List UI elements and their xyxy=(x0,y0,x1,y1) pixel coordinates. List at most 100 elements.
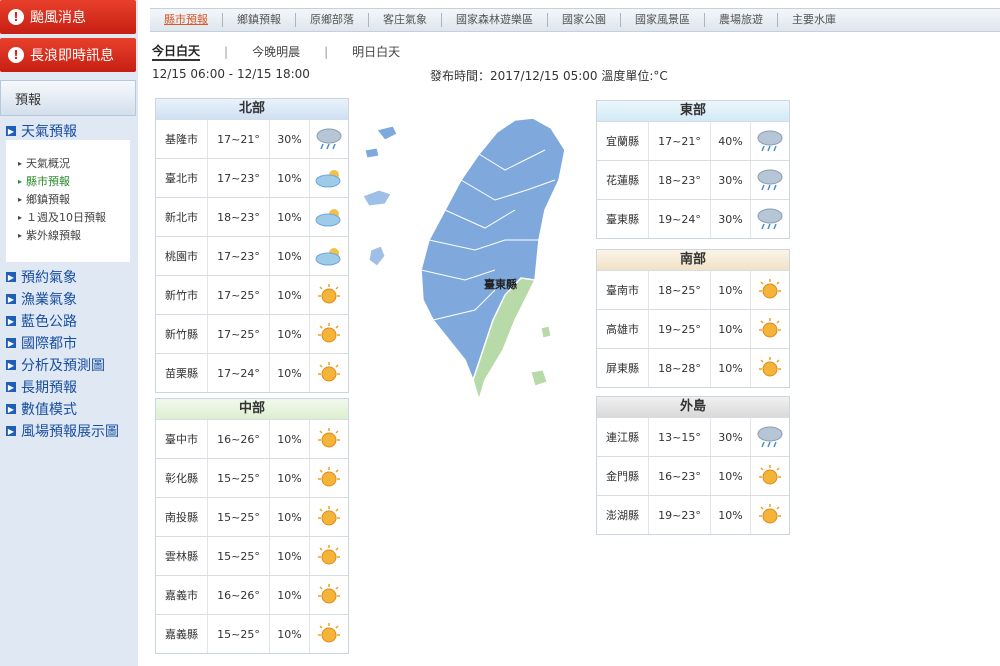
forecast-row[interactable]: 金門縣 16~23° 10% xyxy=(597,456,789,495)
swell-info-button[interactable]: ! 長浪即時訊息 xyxy=(0,38,136,72)
map-selected-county-label: 臺東縣 xyxy=(484,278,517,291)
tab-farm-tourism[interactable]: 農場旅遊 xyxy=(705,13,778,27)
sidebar-item-numerical-model[interactable]: ▶ 數值模式 xyxy=(0,398,136,420)
city-name[interactable]: 臺中市 xyxy=(156,420,208,458)
sidebar-item-international-cities[interactable]: ▶ 國際都市 xyxy=(0,332,136,354)
city-name[interactable]: 雲林縣 xyxy=(156,537,208,575)
sidebar-item-weather-forecast[interactable]: ▶ 天氣預報 xyxy=(0,120,136,142)
city-name[interactable]: 基隆市 xyxy=(156,120,208,158)
tab-scenic-areas[interactable]: 國家風景區 xyxy=(621,13,705,27)
city-name[interactable]: 花蓮縣 xyxy=(597,161,649,199)
forecast-row[interactable]: 宜蘭縣 17~21° 40% xyxy=(597,121,789,160)
bullet-icon: ▸ xyxy=(18,194,23,204)
forecast-row[interactable]: 新竹市 17~25° 10% xyxy=(156,275,348,314)
temperature-range: 13~15° xyxy=(649,418,711,456)
forecast-row[interactable]: 連江縣 13~15° 30% xyxy=(597,417,789,456)
tab-township-forecast[interactable]: 鄉鎮預報 xyxy=(223,13,296,27)
city-name[interactable]: 新竹市 xyxy=(156,276,208,314)
sidebar-item-label: 預約氣象 xyxy=(21,270,77,286)
sidebar-item-analysis-charts[interactable]: ▶ 分析及預測圖 xyxy=(0,354,136,376)
sunny-icon xyxy=(310,537,348,575)
sidebar-item-fishery-weather[interactable]: ▶ 漁業氣象 xyxy=(0,288,136,310)
city-name[interactable]: 高雄市 xyxy=(597,310,649,348)
submenu-item-county-forecast[interactable]: ▸ 縣市預報 xyxy=(6,172,130,190)
city-name[interactable]: 屏東縣 xyxy=(597,349,649,387)
forecast-row[interactable]: 花蓮縣 18~23° 30% xyxy=(597,160,789,199)
temperature-range: 17~24° xyxy=(208,354,270,392)
map-matsu-2[interactable] xyxy=(364,147,380,159)
forecast-row[interactable]: 臺中市 16~26° 10% xyxy=(156,419,348,458)
city-name[interactable]: 宜蘭縣 xyxy=(597,122,649,160)
city-name[interactable]: 新北市 xyxy=(156,198,208,236)
region-title: 南部 xyxy=(597,250,789,270)
forecast-row[interactable]: 新竹縣 17~25° 10% xyxy=(156,314,348,353)
forecast-row[interactable]: 澎湖縣 19~23° 10% xyxy=(597,495,789,534)
sidebar-item-long-range-forecast[interactable]: ▶ 長期預報 xyxy=(0,376,136,398)
forecast-row[interactable]: 雲林縣 15~25° 10% xyxy=(156,536,348,575)
map-orchid-island[interactable] xyxy=(530,369,548,387)
tab-tonight[interactable]: 今晚明晨 xyxy=(252,43,300,60)
sunny-icon xyxy=(751,496,789,534)
forecast-row[interactable]: 臺東縣 19~24° 30% xyxy=(597,199,789,238)
forecast-row[interactable]: 臺北市 17~23° 10% xyxy=(156,158,348,197)
sidebar-item-blue-highway[interactable]: ▶ 藍色公路 xyxy=(0,310,136,332)
tab-forest-recreation[interactable]: 國家森林遊樂區 xyxy=(442,13,548,27)
sidebar-item-wind-forecast-display[interactable]: ▶ 風場預報展示圖 xyxy=(0,420,136,442)
city-name[interactable]: 南投縣 xyxy=(156,498,208,536)
forecast-row[interactable]: 南投縣 15~25° 10% xyxy=(156,497,348,536)
forecast-row[interactable]: 新北市 18~23° 10% xyxy=(156,197,348,236)
sunny-icon xyxy=(310,276,348,314)
city-name[interactable]: 澎湖縣 xyxy=(597,496,649,534)
forecast-row[interactable]: 嘉義市 16~26° 10% xyxy=(156,575,348,614)
forecast-row[interactable]: 高雄市 19~25° 10% xyxy=(597,309,789,348)
city-name[interactable]: 桃園市 xyxy=(156,237,208,275)
tab-indigenous-villages[interactable]: 原鄉部落 xyxy=(296,13,369,27)
forecast-row[interactable]: 屏東縣 18~28° 10% xyxy=(597,348,789,387)
map-kinmen[interactable] xyxy=(362,189,392,207)
tab-today-daytime[interactable]: 今日白天 xyxy=(152,42,201,61)
map-matsu-1[interactable] xyxy=(376,125,398,141)
map-green-island[interactable] xyxy=(540,325,552,339)
forecast-row[interactable]: 臺南市 18~25° 10% xyxy=(597,270,789,309)
arrow-right-icon: ▶ xyxy=(6,338,16,348)
arrow-right-icon: ▶ xyxy=(6,404,16,414)
sidebar-item-reserved-weather[interactable]: ▶ 預約氣象 xyxy=(0,266,136,288)
tab-national-parks[interactable]: 國家公園 xyxy=(548,13,621,27)
rain-probability: 10% xyxy=(711,310,751,348)
map-penghu[interactable] xyxy=(368,245,386,267)
city-name[interactable]: 彰化縣 xyxy=(156,459,208,497)
city-name[interactable]: 金門縣 xyxy=(597,457,649,495)
rain-probability: 10% xyxy=(270,615,310,653)
city-name[interactable]: 嘉義市 xyxy=(156,576,208,614)
sunny-icon xyxy=(310,459,348,497)
temperature-range: 17~23° xyxy=(208,237,270,275)
forecast-row[interactable]: 基隆市 17~21° 30% xyxy=(156,119,348,158)
tab-county-forecast[interactable]: 縣市預報 xyxy=(150,13,223,27)
submenu-item-weekly-forecast[interactable]: ▸ １週及10日預報 xyxy=(6,208,130,226)
sunny-icon xyxy=(751,310,789,348)
forecast-row[interactable]: 苗栗縣 17~24° 10% xyxy=(156,353,348,392)
tab-reservoirs[interactable]: 主要水庫 xyxy=(778,13,850,27)
city-name[interactable]: 臺南市 xyxy=(597,271,649,309)
forecast-row[interactable]: 彰化縣 15~25° 10% xyxy=(156,458,348,497)
submenu-item-weather-overview[interactable]: ▸ 天氣概況 xyxy=(6,154,130,172)
tab-tomorrow-daytime[interactable]: 明日白天 xyxy=(352,43,400,60)
submenu-item-uv-forecast[interactable]: ▸ 紫外線預報 xyxy=(6,226,130,244)
forecast-row[interactable]: 嘉義縣 15~25° 10% xyxy=(156,614,348,653)
sunny-icon xyxy=(310,315,348,353)
typhoon-news-button[interactable]: ! 颱風消息 xyxy=(0,0,136,34)
tab-hakka-weather[interactable]: 客庄氣象 xyxy=(369,13,442,27)
city-name[interactable]: 臺東縣 xyxy=(597,200,649,238)
city-name[interactable]: 連江縣 xyxy=(597,418,649,456)
temperature-range: 16~26° xyxy=(208,420,270,458)
city-name[interactable]: 新竹縣 xyxy=(156,315,208,353)
temperature-range: 17~23° xyxy=(208,159,270,197)
forecast-row[interactable]: 桃園市 17~23° 10% xyxy=(156,236,348,275)
temperature-range: 18~28° xyxy=(649,349,711,387)
city-name[interactable]: 苗栗縣 xyxy=(156,354,208,392)
rain-probability: 10% xyxy=(270,315,310,353)
submenu-item-township-forecast[interactable]: ▸ 鄉鎮預報 xyxy=(6,190,130,208)
city-name[interactable]: 嘉義縣 xyxy=(156,615,208,653)
city-name[interactable]: 臺北市 xyxy=(156,159,208,197)
taiwan-map[interactable] xyxy=(355,110,595,410)
